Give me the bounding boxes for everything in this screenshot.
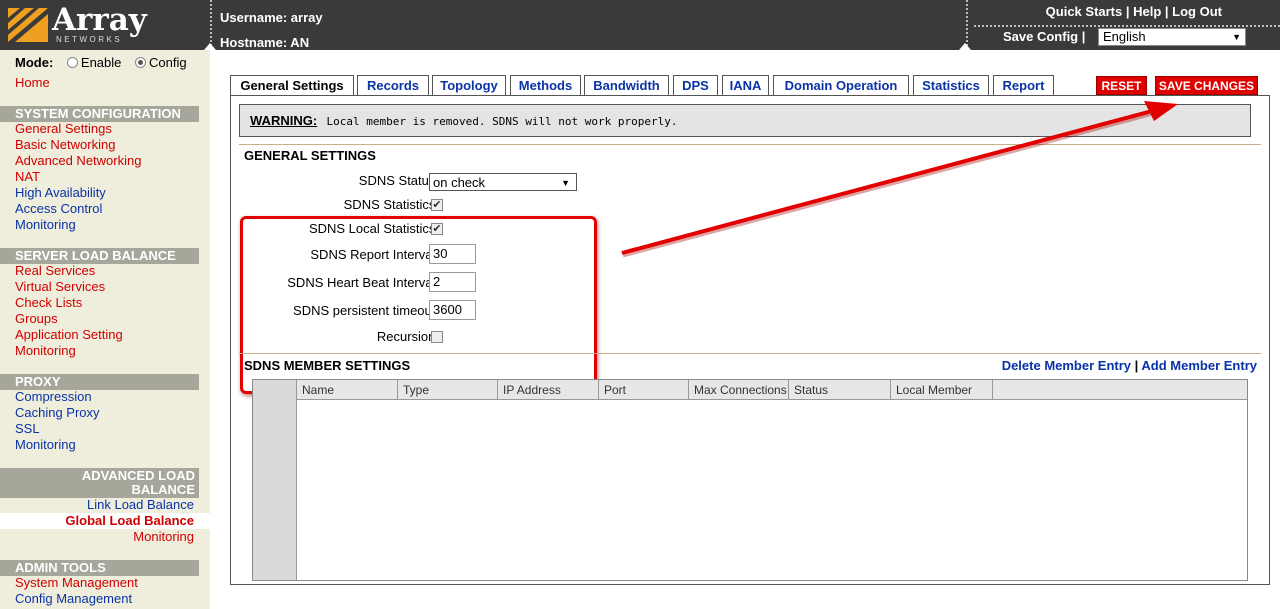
sdns-statistics-checkbox[interactable]: ✔: [431, 199, 443, 211]
warning-message: Local member is removed. SDNS will not w…: [326, 115, 678, 128]
section-advanced-load-balance: ADVANCED LOAD BALANCE: [0, 468, 199, 498]
language-select[interactable]: English ▼: [1098, 28, 1246, 46]
sidebar-item-monitoring[interactable]: Monitoring: [15, 343, 76, 358]
member-settings-title: SDNS MEMBER SETTINGS: [244, 358, 411, 373]
session-info: Username: array Hostname: AN: [220, 5, 323, 55]
tab-methods[interactable]: Methods: [510, 75, 581, 96]
log-out-link[interactable]: Log Out: [1172, 4, 1222, 19]
header-dotted-rule: [974, 25, 1280, 27]
save-changes-button[interactable]: SAVE CHANGES: [1155, 76, 1258, 95]
mode-config-label: Config: [149, 55, 187, 70]
sdns-status-value: on check: [433, 175, 486, 190]
column-header-max-connections[interactable]: Max Connections: [689, 380, 789, 400]
logo-brand-text: Array: [52, 2, 147, 38]
sidebar-item-real-services[interactable]: Real Services: [15, 263, 95, 278]
header-notch: [204, 43, 216, 50]
mode-row: Mode: Enable Config: [15, 55, 187, 70]
save-config-label: Save Config: [1003, 29, 1079, 44]
column-header-name[interactable]: Name: [297, 380, 398, 400]
dropdown-arrow-icon: ▼: [561, 178, 570, 188]
mode-config-radio[interactable]: [135, 57, 147, 68]
tab-domain-operation[interactable]: Domain Operation: [773, 75, 909, 96]
tab-records[interactable]: Records: [357, 75, 429, 96]
section-proxy: PROXY: [0, 374, 199, 390]
top-links: Quick Starts | Help | Log Out: [1046, 4, 1222, 19]
row-gutter: [253, 380, 297, 580]
section-system-configuration: SYSTEM CONFIGURATION: [0, 106, 199, 122]
array-networks-logo: Array NETWORKS: [0, 0, 210, 50]
tab-statistics[interactable]: Statistics: [913, 75, 989, 96]
sidebar-item-check-lists[interactable]: Check Lists: [15, 295, 82, 310]
mode-enable-radio[interactable]: [66, 57, 78, 68]
save-config-link[interactable]: Save Config |: [1003, 29, 1085, 44]
sidebar-item-link-load-balance[interactable]: Link Load Balance: [87, 497, 194, 512]
help-link[interactable]: Help: [1133, 4, 1161, 19]
table-header: Name Type IP Address Port Max Connection…: [297, 380, 1247, 400]
sidebar: Mode: Enable Config Home SYSTEM CONFIGUR…: [0, 50, 210, 609]
add-member-entry-link[interactable]: Add Member Entry: [1141, 358, 1257, 373]
mode-enable-label: Enable: [80, 55, 122, 70]
reset-button[interactable]: RESET: [1096, 76, 1147, 95]
column-header-local-member[interactable]: Local Member: [891, 380, 993, 400]
sidebar-item-access-control[interactable]: Access Control: [15, 201, 102, 216]
sidebar-item-caching-proxy[interactable]: Caching Proxy: [15, 405, 100, 420]
section-admin-tools: ADMIN TOOLS: [0, 560, 199, 576]
sdns-statistics-label: SDNS Statistics:: [343, 197, 439, 212]
member-table: Name Type IP Address Port Max Connection…: [252, 379, 1248, 581]
tab-bandwidth[interactable]: Bandwidth: [584, 75, 669, 96]
dropdown-arrow-icon: ▼: [1232, 32, 1241, 42]
tab-report[interactable]: Report: [993, 75, 1054, 96]
column-header-type[interactable]: Type: [398, 380, 498, 400]
logo-sub-text: NETWORKS: [56, 35, 123, 44]
sidebar-item-monitoring[interactable]: Monitoring: [133, 529, 194, 544]
sidebar-item-monitoring[interactable]: Monitoring: [15, 217, 76, 232]
general-settings-title: GENERAL SETTINGS: [244, 148, 376, 163]
sidebar-item-nat[interactable]: NAT: [15, 169, 40, 184]
language-value: English: [1103, 29, 1146, 44]
sidebar-item-groups[interactable]: Groups: [15, 311, 58, 326]
column-header-status[interactable]: Status: [789, 380, 891, 400]
section-server-load-balance: SERVER LOAD BALANCE: [0, 248, 199, 264]
sidebar-item-high-availability[interactable]: High Availability: [15, 185, 106, 200]
sidebar-item-basic-networking[interactable]: Basic Networking: [15, 137, 115, 152]
sidebar-item-compression[interactable]: Compression: [15, 389, 92, 404]
home-link[interactable]: Home: [15, 75, 50, 90]
delete-member-entry-link[interactable]: Delete Member Entry: [1002, 358, 1131, 373]
main-content: General Settings Records Topology Method…: [210, 50, 1280, 609]
section-rule: [239, 144, 1261, 145]
sidebar-item-config-management[interactable]: Config Management: [15, 591, 132, 606]
column-header-port[interactable]: Port: [599, 380, 689, 400]
section-rule: [239, 353, 1261, 354]
member-actions: Delete Member Entry | Add Member Entry: [1002, 358, 1257, 373]
mode-label: Mode:: [15, 55, 54, 70]
sdns-status-label: SDNS Status:: [358, 173, 439, 188]
link-separator: |: [1078, 29, 1086, 44]
tab-topology[interactable]: Topology: [432, 75, 506, 96]
username-text: Username: array: [220, 10, 323, 25]
sidebar-item-advanced-networking[interactable]: Advanced Networking: [15, 153, 141, 168]
sidebar-item-virtual-services[interactable]: Virtual Services: [15, 279, 105, 294]
sdns-status-select[interactable]: on check ▼: [429, 173, 577, 191]
sidebar-item-application-setting[interactable]: Application Setting: [15, 327, 123, 342]
top-header: Array NETWORKS Username: array Hostname:…: [0, 0, 1280, 50]
quick-starts-link[interactable]: Quick Starts: [1046, 4, 1123, 19]
logo-mark-icon: [8, 8, 48, 42]
tab-iana[interactable]: IANA: [722, 75, 769, 96]
sidebar-item-monitoring[interactable]: Monitoring: [15, 437, 76, 452]
tab-dps[interactable]: DPS: [673, 75, 718, 96]
tab-general-settings[interactable]: General Settings: [230, 75, 354, 97]
warning-label: WARNING:: [250, 113, 318, 128]
sidebar-item-system-management[interactable]: System Management: [15, 575, 138, 590]
sidebar-item-ssl[interactable]: SSL: [15, 421, 40, 436]
sidebar-item-general-settings[interactable]: General Settings: [15, 121, 112, 136]
column-header-ip-address[interactable]: IP Address: [498, 380, 599, 400]
header-notch-right: [959, 43, 971, 50]
warning-box: WARNING: Local member is removed. SDNS w…: [239, 104, 1251, 137]
general-settings-panel: WARNING: Local member is removed. SDNS w…: [230, 95, 1270, 585]
sidebar-item-global-load-balance[interactable]: Global Load Balance: [65, 513, 194, 528]
